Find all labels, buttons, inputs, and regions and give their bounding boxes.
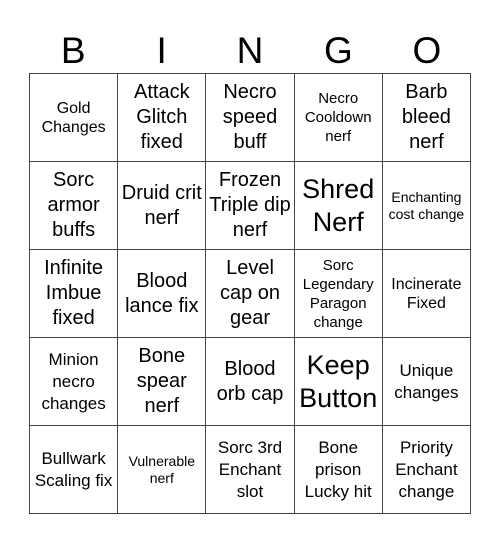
bingo-cell[interactable]: Minion necro changes — [30, 338, 119, 426]
header-letter-o: O — [412, 30, 442, 71]
header-letter-g: G — [324, 30, 353, 71]
bingo-cell[interactable]: Priority Enchant change — [382, 426, 471, 514]
header-letter-n: N — [236, 30, 264, 71]
bingo-cell[interactable]: Attack Glitch fixed — [118, 74, 207, 162]
bingo-cell[interactable]: Blood orb cap — [206, 338, 295, 426]
bingo-cell[interactable]: Enchanting cost change — [382, 162, 471, 250]
bingo-grid: Gold Changes Attack Glitch fixed Necro s… — [29, 73, 471, 514]
bingo-cell[interactable]: Infinite Imbue fixed — [30, 250, 119, 338]
bingo-cell[interactable]: Incinerate Fixed — [382, 250, 471, 338]
bingo-cell[interactable]: Frozen Triple dip nerf — [206, 162, 295, 250]
bingo-cell[interactable]: Gold Changes — [30, 74, 119, 162]
bingo-header: B I N G O — [29, 28, 471, 74]
bingo-cell[interactable]: Bone spear nerf — [118, 338, 207, 426]
header-letter-i: I — [156, 30, 167, 71]
bingo-cell[interactable]: Vulnerable nerf — [118, 426, 207, 514]
bingo-cell[interactable]: Blood lance fix — [118, 250, 207, 338]
bingo-cell[interactable]: Druid crit nerf — [118, 162, 207, 250]
header-letter-b: B — [60, 30, 86, 71]
bingo-cell[interactable]: Unique changes — [382, 338, 471, 426]
bingo-cell[interactable]: Sorc Legendary Paragon change — [294, 250, 383, 338]
bingo-cell[interactable]: Bullwark Scaling fix — [30, 426, 119, 514]
bingo-cell[interactable]: Level cap on gear — [206, 250, 295, 338]
bingo-cell[interactable]: Sorc armor buffs — [30, 162, 119, 250]
bingo-cell[interactable]: Barb bleed nerf — [382, 74, 471, 162]
bingo-cell[interactable]: Keep Button — [294, 338, 383, 426]
bingo-cell[interactable]: Necro speed buff — [206, 74, 295, 162]
bingo-cell[interactable]: Bone prison Lucky hit — [294, 426, 383, 514]
bingo-cell[interactable]: Necro Cooldown nerf — [294, 74, 383, 162]
bingo-cell[interactable]: Shred Nerf — [294, 162, 383, 250]
bingo-cell[interactable]: Sorc 3rd Enchant slot — [206, 426, 295, 514]
